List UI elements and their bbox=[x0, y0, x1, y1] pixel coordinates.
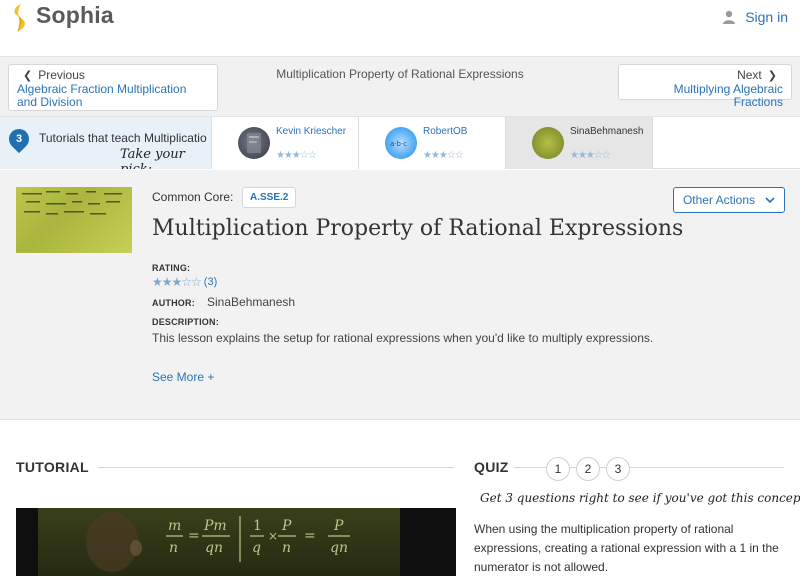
svg-text:m: m bbox=[168, 518, 181, 534]
tutorial-card-kevin-kriescher[interactable]: Kevin Kriescher ★★★☆☆ bbox=[212, 117, 359, 169]
tutorial-card-sinabehmanesh[interactable]: SinaBehmanesh ★★★☆☆ bbox=[506, 117, 653, 169]
avatar: a·b·c bbox=[385, 127, 417, 159]
quiz-question-text: When using the multiplication property o… bbox=[474, 522, 779, 574]
other-actions-button[interactable]: Other Actions bbox=[673, 187, 785, 213]
tutorial-author: SinaBehmanesh bbox=[570, 126, 644, 137]
video-frame: m n = Pm qn 1 q × P n = P qn bbox=[38, 508, 400, 576]
tutorial-count-badge: 3 bbox=[4, 124, 34, 154]
top-header: Sophia Sign in bbox=[0, 0, 800, 57]
person-icon bbox=[723, 10, 736, 24]
tutorial-divider bbox=[98, 467, 454, 468]
common-core-label: Common Core: bbox=[152, 190, 234, 204]
tutorial-video-player[interactable]: m n = Pm qn 1 q × P n = P qn bbox=[16, 508, 456, 576]
other-actions-label: Other Actions bbox=[682, 193, 756, 207]
author-label: AUTHOR: bbox=[152, 298, 195, 308]
chevron-left-icon: ❮ bbox=[23, 69, 33, 82]
avatar bbox=[532, 127, 564, 159]
chevron-down-icon bbox=[765, 197, 775, 203]
description-text: This lesson explains the setup for ratio… bbox=[152, 331, 654, 345]
next-label: Next bbox=[737, 68, 762, 82]
sign-in-link[interactable]: Sign in bbox=[723, 9, 788, 25]
sophia-logo[interactable]: Sophia bbox=[10, 2, 114, 32]
rating-stars: ★★★☆☆ bbox=[152, 275, 202, 289]
previous-link[interactable]: Algebraic Fraction Multiplication and Di… bbox=[17, 83, 209, 109]
quiz-heading: QUIZ bbox=[474, 459, 509, 475]
rating-count[interactable]: (3) bbox=[204, 276, 217, 288]
tutorial-author: RobertOB bbox=[423, 126, 468, 137]
tutorial-card-robertob[interactable]: a·b·c RobertOB ★★★☆☆ bbox=[359, 117, 506, 169]
lesson-title: Multiplication Property of Rational Expr… bbox=[152, 216, 684, 241]
next-button[interactable]: Next ❯ Multiplying Algebraic Fractions bbox=[618, 64, 792, 109]
svg-text:q: q bbox=[252, 540, 261, 556]
lesson-rating[interactable]: ★★★☆☆ (3) bbox=[152, 275, 217, 289]
tutorials-picker: 3 Tutorials that teach Multiplicatio Tak… bbox=[0, 117, 800, 169]
svg-text:P: P bbox=[333, 518, 344, 534]
quiz-question-1-button[interactable]: 1 bbox=[546, 457, 570, 481]
description-label: DESCRIPTION: bbox=[152, 317, 219, 327]
svg-text:=: = bbox=[304, 528, 316, 544]
quiz-prompt: Get 3 questions right to see if you've g… bbox=[480, 491, 800, 505]
tutorials-teach-text: Tutorials that teach Multiplicatio bbox=[39, 131, 207, 145]
previous-button[interactable]: ❮ Previous Algebraic Fraction Multiplica… bbox=[8, 64, 218, 111]
take-your-pick-text: Take your pick: bbox=[120, 147, 185, 169]
svg-text:Pm: Pm bbox=[203, 518, 227, 534]
svg-text:1: 1 bbox=[253, 518, 262, 534]
previous-direction: ❮ Previous bbox=[17, 68, 209, 82]
svg-text:n: n bbox=[169, 540, 178, 556]
avatar bbox=[238, 127, 270, 159]
lesson-summary-panel: Common Core: A.SSE.2 Other Actions Multi… bbox=[0, 170, 800, 420]
next-direction: Next ❯ bbox=[627, 68, 783, 82]
tutorial-rating-stars: ★★★☆☆ bbox=[570, 150, 611, 161]
common-core-standard-badge[interactable]: A.SSE.2 bbox=[242, 187, 297, 208]
svg-text:n: n bbox=[282, 540, 291, 556]
tutorial-rating-stars: ★★★☆☆ bbox=[423, 150, 464, 161]
lesson-thumbnail[interactable] bbox=[16, 187, 132, 253]
rating-label: RATING: bbox=[152, 263, 191, 273]
tutorial-rating-stars: ★★★☆☆ bbox=[276, 150, 317, 161]
svg-text:×: × bbox=[268, 529, 278, 543]
tutorial-count: 3 bbox=[15, 133, 23, 145]
current-lesson-title: Multiplication Property of Rational Expr… bbox=[276, 67, 524, 81]
sophia-logo-icon bbox=[10, 3, 30, 32]
quiz-question-2-button[interactable]: 2 bbox=[576, 457, 600, 481]
tutorial-heading: TUTORIAL bbox=[16, 459, 89, 475]
svg-text:=: = bbox=[188, 528, 200, 544]
lesson-navigation: ❮ Previous Algebraic Fraction Multiplica… bbox=[0, 57, 800, 117]
sign-in-label: Sign in bbox=[745, 9, 788, 25]
see-more-link[interactable]: See More + bbox=[152, 370, 214, 384]
tutorial-author: Kevin Kriescher bbox=[276, 126, 347, 137]
previous-label: Previous bbox=[38, 68, 85, 82]
tutorials-picker-label: 3 Tutorials that teach Multiplicatio Tak… bbox=[0, 117, 212, 169]
author-name: SinaBehmanesh bbox=[207, 295, 296, 309]
svg-text:a·b·c: a·b·c bbox=[390, 140, 407, 148]
svg-text:qn: qn bbox=[205, 540, 223, 556]
next-link[interactable]: Multiplying Algebraic Fractions bbox=[627, 83, 783, 109]
chevron-right-icon: ❯ bbox=[767, 69, 777, 82]
svg-text:P: P bbox=[281, 518, 292, 534]
quiz-question-3-button[interactable]: 3 bbox=[606, 457, 630, 481]
brand-name: Sophia bbox=[36, 2, 114, 28]
svg-text:qn: qn bbox=[330, 540, 348, 556]
